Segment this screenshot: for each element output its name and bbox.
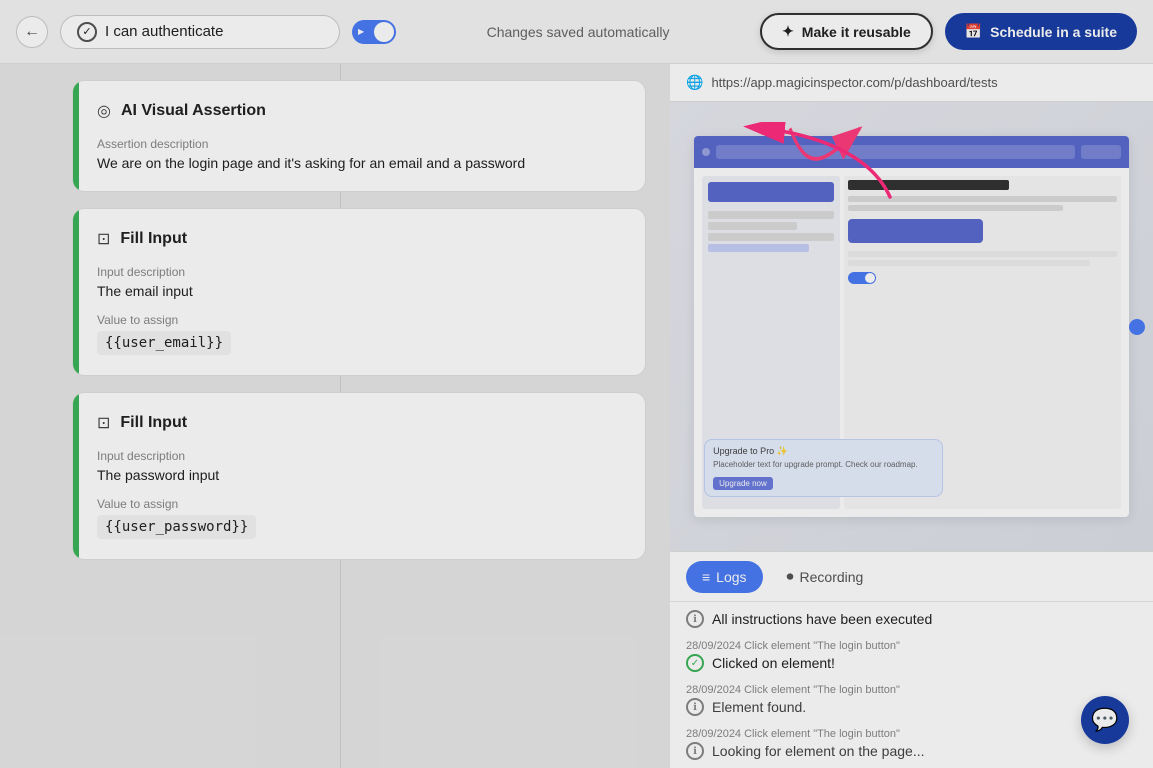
- step-1-field-label-0: Assertion description: [97, 137, 621, 151]
- step-3-title: Fill Input: [120, 414, 187, 432]
- test-title-pill: ✓ I can authenticate: [60, 15, 340, 49]
- calendar-icon: 📅: [965, 23, 982, 40]
- fake-browser-ui: Upgrade to Pro ✨ Placeholder text for up…: [694, 136, 1129, 518]
- url-bar: 🌐 https://app.magicinspector.com/p/dashb…: [670, 64, 1153, 102]
- log-badge-1: ✓: [686, 654, 704, 672]
- log-entry-3: 28/09/2024 Click element "The login butt…: [686, 728, 1137, 760]
- left-panel: ✓ ◎ AI Visual Assertion Assertion descri…: [0, 64, 670, 768]
- step-3-field-value-1: {{user_password}}: [97, 515, 256, 539]
- step-card-1: ✓ ◎ AI Visual Assertion Assertion descri…: [72, 80, 646, 192]
- log-entry-0: ℹ All instructions have been executed: [686, 610, 1137, 628]
- fake-topbar: [694, 136, 1129, 168]
- logs-icon: ≡: [702, 569, 710, 585]
- log-text-2: Element found.: [712, 699, 806, 715]
- tab-recording[interactable]: ⏺ Recording: [771, 560, 880, 593]
- right-panel: 🌐 https://app.magicinspector.com/p/dashb…: [670, 64, 1153, 768]
- step-3-field-label-0: Input description: [97, 449, 621, 463]
- main-layout: ✓ ◎ AI Visual Assertion Assertion descri…: [0, 64, 1153, 768]
- auto-save-status: Changes saved automatically: [408, 24, 748, 40]
- log-badge-3: ℹ: [686, 742, 704, 760]
- screenshot-area: Upgrade to Pro ✨ Placeholder text for up…: [670, 102, 1153, 551]
- step-3-field-label-1: Value to assign: [97, 497, 621, 511]
- log-badge-0: ℹ: [686, 610, 704, 628]
- step-2-field-label-0: Input description: [97, 265, 621, 279]
- recording-label: Recording: [800, 569, 864, 585]
- play-toggle[interactable]: [352, 20, 396, 44]
- step-green-bar-2: [73, 209, 79, 375]
- reusable-icon: ✦: [782, 23, 794, 40]
- toggle-switch[interactable]: [352, 20, 396, 44]
- step-1-title: AI Visual Assertion: [121, 102, 266, 120]
- make-reusable-button[interactable]: ✦ Make it reusable: [760, 13, 933, 50]
- step-2-field-value-1: {{user_email}}: [97, 331, 231, 355]
- preview-chat-bubble: Upgrade to Pro ✨ Placeholder text for up…: [704, 439, 943, 497]
- tab-logs[interactable]: ≡ Logs: [686, 561, 763, 593]
- log-badge-2: ℹ: [686, 698, 704, 716]
- log-entries: ℹ All instructions have been executed 28…: [670, 602, 1153, 768]
- url-text: https://app.magicinspector.com/p/dashboa…: [711, 75, 997, 90]
- step-1-field-value-0: We are on the login page and it's asking…: [97, 155, 621, 171]
- step-2-field-label-1: Value to assign: [97, 313, 621, 327]
- step-green-bar: [73, 81, 79, 191]
- browser-preview: Upgrade to Pro ✨ Placeholder text for up…: [670, 102, 1153, 551]
- log-meta-2: 28/09/2024 Click element "The login butt…: [686, 684, 1137, 696]
- schedule-button[interactable]: 📅 Schedule in a suite: [945, 13, 1137, 50]
- nav-dot: [1129, 319, 1145, 335]
- step-card-2: ✓ ⊡ Fill Input Input description The ema…: [72, 208, 646, 376]
- header: ← ✓ I can authenticate Changes saved aut…: [0, 0, 1153, 64]
- back-button[interactable]: ←: [16, 16, 48, 48]
- chat-icon: 💬: [1091, 707, 1118, 733]
- logs-label: Logs: [716, 569, 746, 585]
- back-icon: ←: [24, 23, 40, 41]
- log-entry-2: 28/09/2024 Click element "The login butt…: [686, 684, 1137, 716]
- check-icon: ✓: [77, 22, 97, 42]
- assertion-icon: ◎: [97, 101, 111, 121]
- globe-icon: 🌐: [686, 74, 703, 91]
- step-2-field-value-0: The email input: [97, 283, 621, 299]
- toggle-knob: [374, 22, 394, 42]
- preview-chat-btn: Upgrade now: [713, 477, 773, 490]
- test-title: I can authenticate: [105, 23, 223, 40]
- step-card-3: ✓ ⊡ Fill Input Input description The pas…: [72, 392, 646, 560]
- reusable-label: Make it reusable: [802, 24, 911, 40]
- bottom-section: ≡ Logs ⏺ Recording ℹ All instructions ha…: [670, 551, 1153, 768]
- fill-icon-2: ⊡: [97, 413, 110, 433]
- step-2-title: Fill Input: [120, 230, 187, 248]
- schedule-label: Schedule in a suite: [990, 24, 1117, 40]
- log-meta-3: 28/09/2024 Click element "The login butt…: [686, 728, 1137, 740]
- log-meta-1: 28/09/2024 Click element "The login butt…: [686, 640, 1137, 652]
- log-text-1: Clicked on element!: [712, 655, 835, 671]
- log-text-3: Looking for element on the page...: [712, 743, 924, 759]
- step-green-bar-3: [73, 393, 79, 559]
- tabs-row: ≡ Logs ⏺ Recording: [670, 552, 1153, 602]
- log-text-0: All instructions have been executed: [712, 611, 932, 627]
- step-3-field-value-0: The password input: [97, 467, 621, 483]
- log-entry-1: 28/09/2024 Click element "The login butt…: [686, 640, 1137, 672]
- recording-icon: ⏺: [787, 568, 794, 585]
- chat-widget-button[interactable]: 💬: [1081, 696, 1129, 744]
- fill-icon-1: ⊡: [97, 229, 110, 249]
